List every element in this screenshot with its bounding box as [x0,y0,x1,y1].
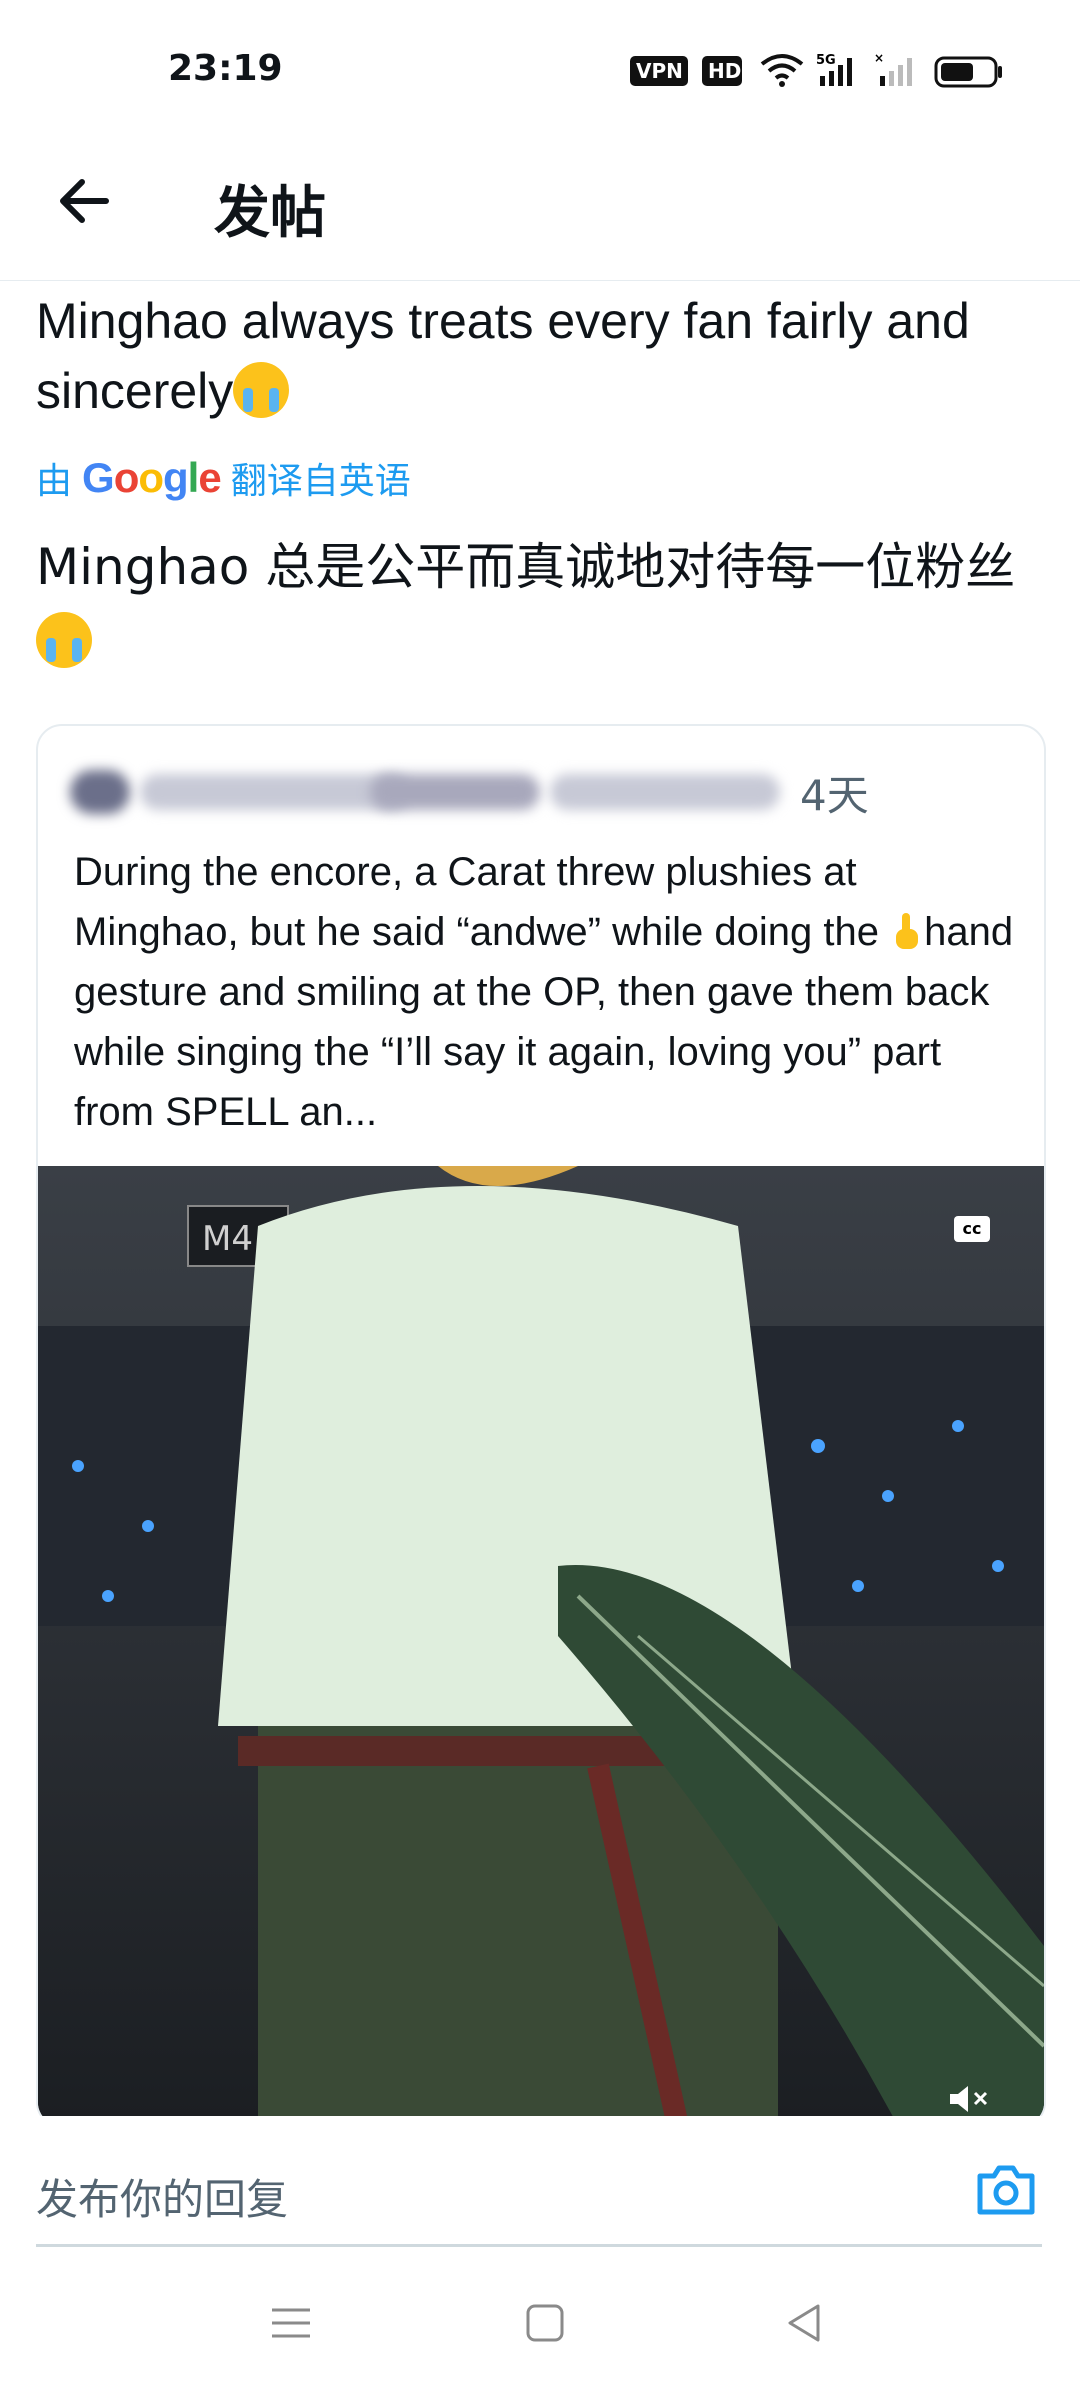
quoted-user-info-blurred[interactable] [70,766,810,816]
app-header: 发帖 [0,140,1080,281]
video-frame-image: M4 [38,1166,1044,2126]
svg-text:M4: M4 [202,1219,253,1259]
crying-emoji-icon [233,362,290,418]
camera-icon[interactable] [976,2164,1036,2216]
arrow-left-icon[interactable] [50,166,120,236]
quoted-post-time: 4天 [800,771,869,820]
reply-input[interactable]: 发布你的回复 [36,2166,288,2227]
menu-icon[interactable] [266,2298,316,2348]
pointing-up-icon [896,913,919,949]
avatar [70,770,130,814]
quoted-text-part1: During the encore, a Carat threw plushie… [74,850,891,954]
crying-emoji-icon [36,612,92,668]
translated-post-text: Minghao 总是公平而真诚地对待每一位粉丝 [36,530,1046,678]
post-text-content: Minghao always treats every fan fairly a… [36,293,970,419]
page-title: 发帖 [214,181,326,246]
battery-icon [934,56,1002,88]
signal-icon: 5G [816,53,852,86]
translation-suffix: 翻译自英语 [230,461,411,502]
system-navigation-bar [0,2252,1080,2400]
status-bar: 23:19 VPN HD 5G × [0,0,1080,140]
back-triangle-icon[interactable] [780,2298,830,2348]
translation-prefix: 由 [36,461,73,502]
reply-bar: 发布你的回复 [0,2116,1080,2252]
vpn-icon: VPN [630,56,688,86]
status-time: 23:19 [168,48,283,89]
video-thumbnail[interactable]: M4 cc [38,1166,1044,2126]
hd-icon: HD [702,56,742,86]
translated-text-content: Minghao 总是公平而真诚地对待每一位粉丝 [36,538,1016,596]
signal-2-icon: × [874,52,912,86]
quoted-post-text: During the encore, a Carat threw plushie… [74,842,1014,1142]
home-square-icon[interactable] [520,2298,570,2348]
reply-divider [36,2244,1042,2247]
svg-text:5G: 5G [816,53,836,68]
closed-captions-button[interactable]: cc [954,1216,990,1242]
post-text: Minghao always treats every fan fairly a… [36,286,1046,426]
translation-attribution[interactable]: 由 Google 翻译自英语 [36,452,411,504]
google-logo: Google [82,454,222,501]
svg-text:×: × [874,52,884,65]
wifi-icon [760,54,804,87]
quoted-post-card[interactable]: 4天 During the encore, a Carat threw plus… [36,724,1046,2128]
muted-speaker-icon[interactable] [948,2082,990,2116]
